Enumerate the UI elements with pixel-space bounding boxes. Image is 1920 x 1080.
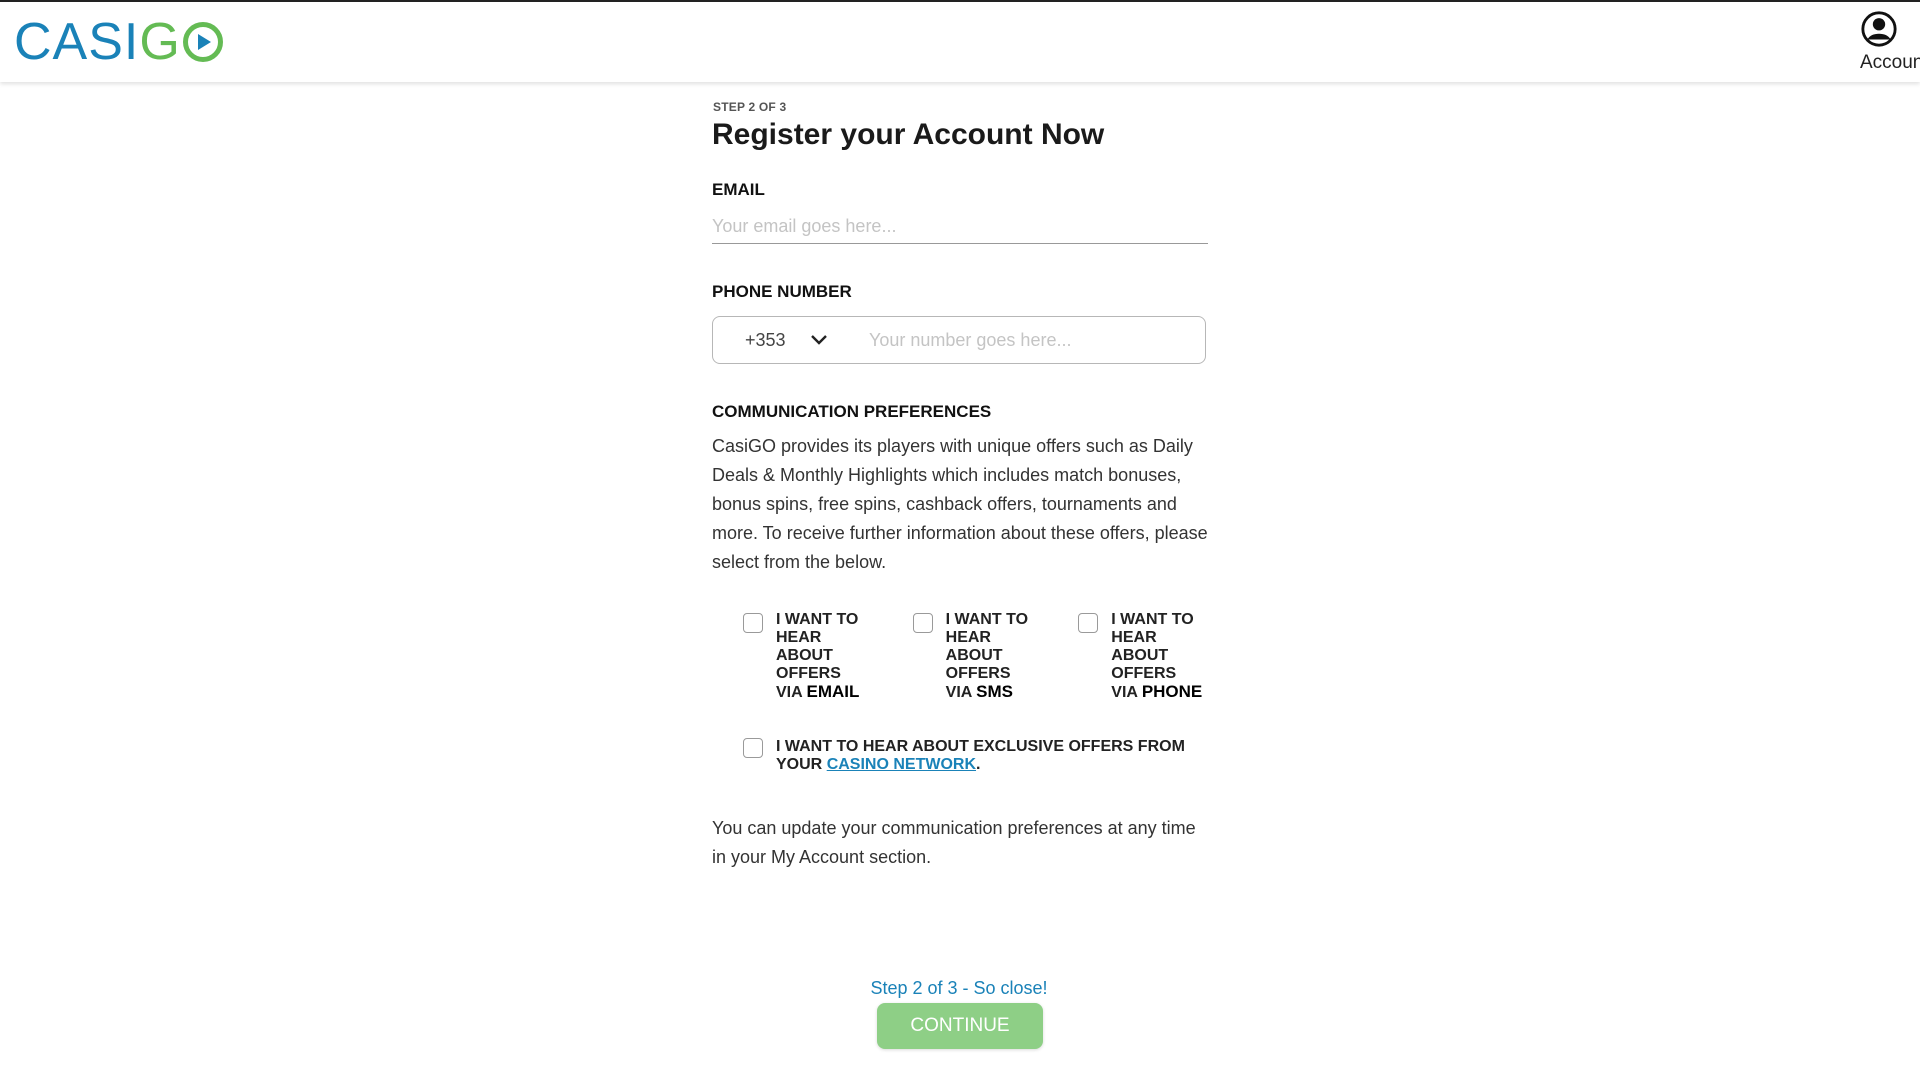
phone-label: PHONE NUMBER [712, 282, 852, 301]
phone-offers-label: I WANT TO HEAR ABOUT OFFERS VIA PHONE [1111, 611, 1203, 701]
step-indicator: STEP 2 OF 3 [713, 100, 787, 114]
casino-network-label: I WANT TO HEAR ABOUT EXCLUSIVE OFFERS FR… [776, 738, 1185, 773]
preferences-footer-note: You can update your communication prefer… [712, 818, 1196, 867]
top-bar: CASIG Account [0, 0, 1920, 82]
progress-text: Step 2 of 3 - So close! [870, 978, 1048, 998]
logo-text-g: G [139, 13, 181, 71]
account-button[interactable]: Account [1856, 10, 1920, 74]
offer-option-sms: I WANT TO HEAR ABOUT OFFERS VIA SMS [912, 611, 1079, 702]
sms-offers-checkbox[interactable] [912, 613, 933, 633]
casino-network-checkbox[interactable] [743, 738, 763, 758]
offer-channel-options: I WANT TO HEAR ABOUT OFFERS VIA EMAIL I … [712, 611, 1208, 702]
page-title: Register your Account Now [712, 118, 1105, 151]
country-code-select[interactable]: +353 [713, 330, 867, 351]
play-icon [182, 22, 223, 62]
casigo-logo[interactable]: CASI G [14, 13, 223, 71]
communication-description: CasiGO provides its players with unique … [712, 436, 1208, 572]
account-user-icon [1861, 11, 1897, 47]
email-offers-label: I WANT TO HEAR ABOUT OFFERS VIA EMAIL [776, 611, 860, 701]
phone-field-group: +353 [712, 316, 1206, 364]
casino-network-option: I WANT TO HEAR ABOUT EXCLUSIVE OFFERS FR… [712, 738, 1208, 774]
offer-option-email: I WANT TO HEAR ABOUT OFFERS VIA EMAIL [743, 611, 913, 702]
email-label: EMAIL [712, 180, 765, 199]
country-code-value: +353 [745, 329, 786, 350]
communication-preferences-label: COMMUNICATION PREFERENCES [712, 402, 992, 421]
account-label: Account [1860, 52, 1920, 73]
email-field[interactable] [712, 216, 1208, 244]
phone-number-field[interactable] [867, 328, 1191, 352]
logo-text: CASI [14, 13, 140, 71]
email-offers-checkbox[interactable] [743, 613, 763, 633]
channel-phone: PHONE [1141, 682, 1203, 701]
continue-button[interactable]: CONTINUE [877, 1003, 1043, 1049]
phone-offers-checkbox[interactable] [1078, 613, 1099, 633]
channel-sms: SMS [976, 682, 1014, 701]
channel-email: EMAIL [806, 682, 860, 701]
offer-option-phone: I WANT TO HEAR ABOUT OFFERS VIA PHONE [1078, 611, 1208, 702]
registration-form: STEP 2 OF 3 Register your Account Now EM… [712, 100, 1208, 872]
chevron-down-icon [810, 335, 827, 345]
sms-offers-label: I WANT TO HEAR ABOUT OFFERS VIA SMS [945, 611, 1029, 701]
casino-network-link[interactable]: CASINO NETWORK [827, 756, 976, 773]
